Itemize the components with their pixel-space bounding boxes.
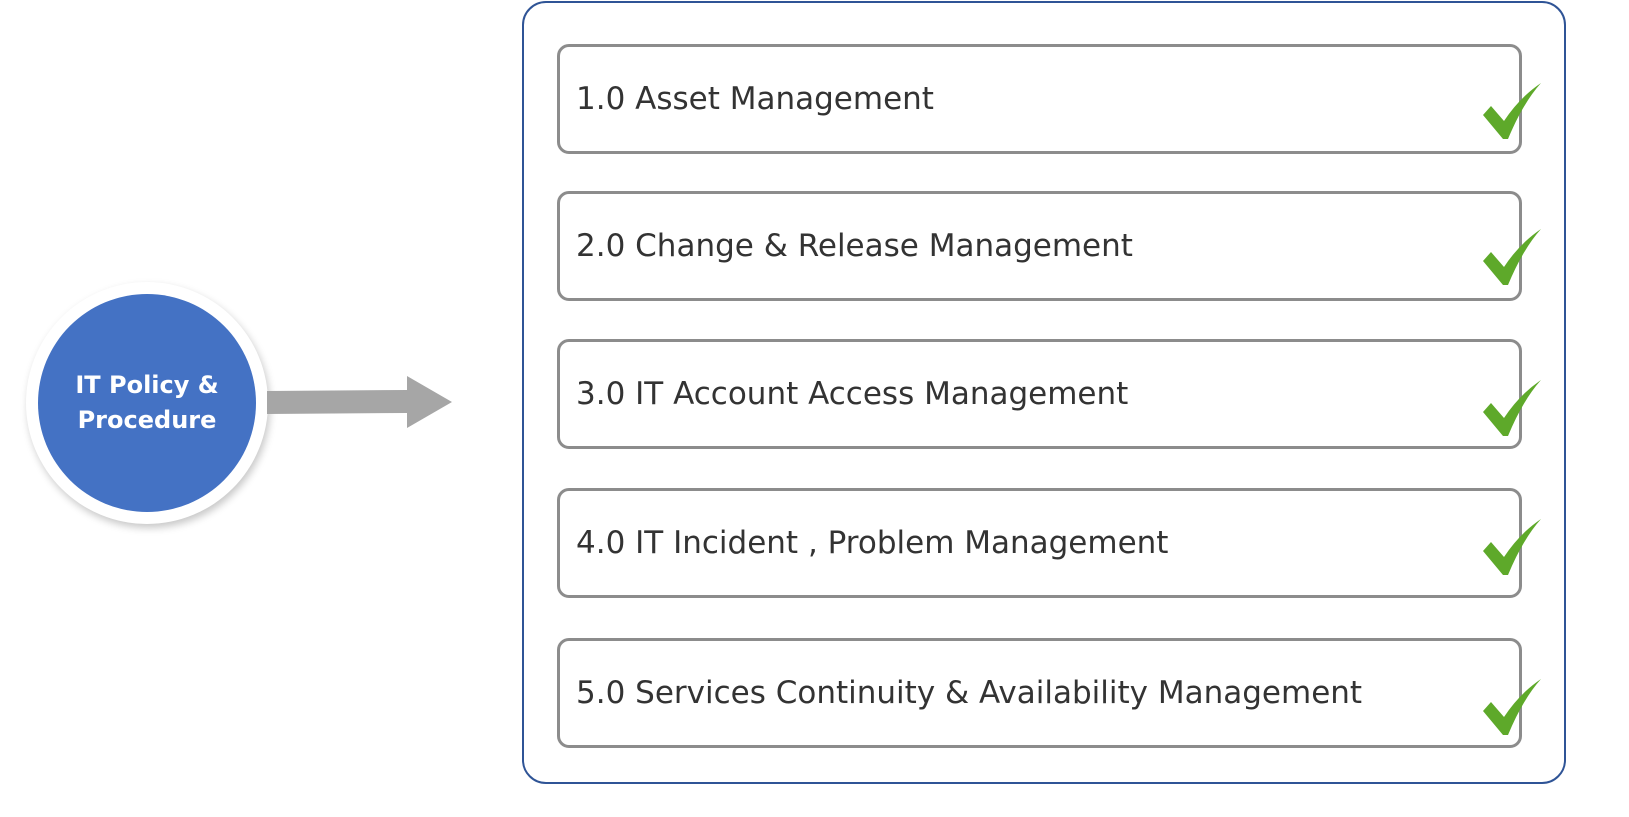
item-label: 4.0 IT Incident , Problem Management: [576, 525, 1169, 561]
hub-label: IT Policy & Procedure: [75, 371, 219, 434]
item-label: 1.0 Asset Management: [576, 81, 934, 117]
arrow-right-icon: [267, 376, 452, 428]
list-item: 2.0 Change & Release Management: [557, 191, 1522, 301]
check-icon: [1483, 83, 1541, 139]
item-label: 3.0 IT Account Access Management: [576, 376, 1129, 412]
item-label: 2.0 Change & Release Management: [576, 228, 1133, 264]
list-item: 4.0 IT Incident , Problem Management: [557, 488, 1522, 598]
list-item: 5.0 Services Continuity & Availability M…: [557, 638, 1522, 748]
check-icon: [1483, 380, 1541, 436]
connector-arrow: [267, 376, 452, 428]
check-icon: [1483, 519, 1541, 575]
list-item: 1.0 Asset Management: [557, 44, 1522, 154]
hub-node: IT Policy & Procedure: [38, 294, 256, 512]
check-icon: [1483, 229, 1541, 285]
check-icon: [1483, 679, 1541, 735]
item-label: 5.0 Services Continuity & Availability M…: [576, 675, 1363, 711]
list-item: 3.0 IT Account Access Management: [557, 339, 1522, 449]
